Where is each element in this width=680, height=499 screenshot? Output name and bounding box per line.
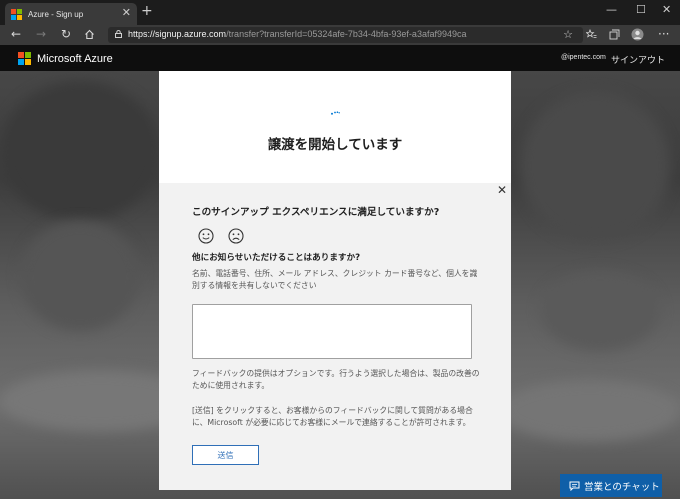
- address-bar[interactable]: https://signup.azure.com/transfer?transf…: [108, 27, 583, 43]
- feedback-close-icon[interactable]: ✕: [497, 183, 507, 197]
- url-text: https://signup.azure.com/transfer?transf…: [128, 29, 466, 39]
- chat-label: 営業とのチャット: [584, 481, 660, 493]
- page-title: 譲渡を開始しています: [267, 137, 403, 153]
- feedback-terms: [送信] をクリックすると、お客様からのフィードバックに関して質問がある場合に、…: [192, 406, 473, 427]
- back-arrow-icon[interactable]: ←: [11, 27, 21, 41]
- forward-arrow-icon[interactable]: →: [36, 27, 46, 41]
- sad-face-icon[interactable]: [228, 228, 244, 244]
- signout-link[interactable]: サインアウト: [611, 53, 665, 66]
- microsoft-logo-icon: [18, 52, 31, 65]
- lock-icon: [115, 30, 122, 38]
- feedback-subquestion: 他にお知らせいただけることはありますか?: [192, 253, 361, 263]
- browser-navbar: ← → ↻ https://signup.azure.com/transfer?…: [0, 25, 680, 45]
- microsoft-logo-icon: [11, 8, 22, 20]
- new-tab-button[interactable]: +: [141, 4, 153, 18]
- submit-button[interactable]: 送信: [192, 445, 259, 465]
- url-path: /transfer?transferId=05324afe-7b34-4bfa-…: [226, 29, 467, 39]
- favorites-list-icon[interactable]: [586, 29, 597, 40]
- browser-tab[interactable]: Azure - Sign up ✕: [5, 3, 137, 25]
- refresh-icon[interactable]: ↻: [61, 27, 71, 41]
- feedback-textarea[interactable]: [192, 304, 472, 359]
- sales-chat-button[interactable]: 営業とのチャット: [560, 474, 662, 497]
- spinner-icon: [331, 111, 340, 115]
- chat-icon: [569, 481, 580, 491]
- collections-icon[interactable]: [609, 29, 620, 40]
- feedback-optional-note: フィードバックの提供はオプションです。行うよう選択した場合は、製品の改善のために…: [192, 369, 480, 390]
- account-email: @ipentec.com: [561, 54, 606, 61]
- close-window-button[interactable]: ✕: [662, 3, 671, 16]
- tab-close-icon[interactable]: ✕: [122, 6, 131, 19]
- tab-title: Azure - Sign up: [28, 9, 84, 19]
- feedback-privacy-hint: 名前、電話番号、住所、メール アドレス、クレジット カード番号など、個人を識別す…: [192, 269, 478, 290]
- azure-header: Microsoft Azure @ipentec.com サインアウト: [0, 45, 680, 71]
- azure-brand[interactable]: Microsoft Azure: [18, 52, 113, 65]
- home-icon[interactable]: [84, 29, 95, 40]
- more-menu-icon[interactable]: ···: [658, 27, 669, 41]
- profile-avatar-icon[interactable]: [631, 28, 644, 41]
- transfer-card: 譲渡を開始しています ✕ このサインアップ エクスペリエンスに満足していますか?…: [159, 71, 511, 490]
- feedback-question: このサインアップ エクスペリエンスに満足していますか?: [192, 207, 440, 218]
- maximize-button[interactable]: ☐: [636, 3, 646, 16]
- happy-face-icon[interactable]: [198, 228, 214, 244]
- brand-name: Microsoft Azure: [37, 52, 113, 65]
- card-header-area: 譲渡を開始しています: [159, 71, 511, 183]
- favorite-star-icon[interactable]: ☆: [563, 28, 573, 41]
- browser-tabstrip: Azure - Sign up ✕ + — ☐ ✕: [0, 0, 680, 25]
- url-host: https://signup.azure.com: [128, 29, 227, 39]
- minimize-button[interactable]: —: [606, 3, 617, 16]
